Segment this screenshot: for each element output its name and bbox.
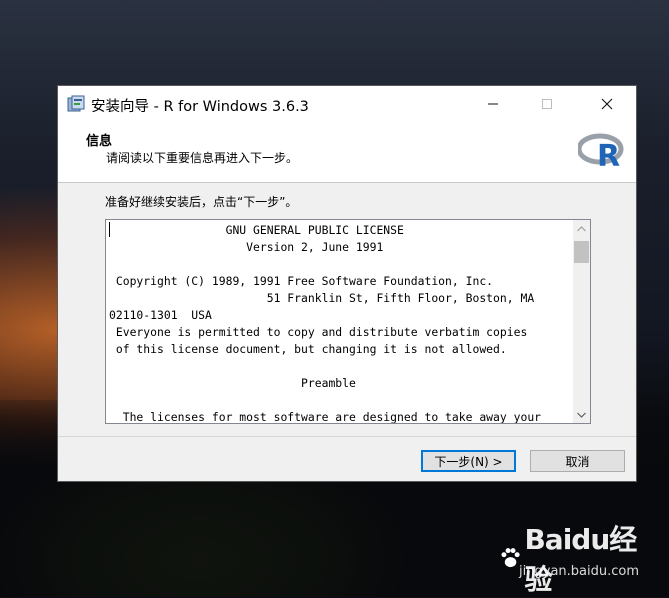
instruction-text: 准备好继续安装后，点击“下一步”。 — [105, 195, 298, 209]
maximize-icon — [542, 99, 552, 109]
installer-app-icon — [67, 95, 85, 112]
license-line: Copyright (C) 1989, 1991 Free Software F… — [109, 274, 494, 288]
license-line — [109, 392, 569, 409]
license-line — [109, 358, 569, 375]
license-scrollbar[interactable] — [573, 220, 590, 423]
license-line — [109, 256, 569, 273]
license-line: The licenses for most software are desig… — [109, 410, 542, 424]
page-title: 信息 — [86, 134, 113, 149]
chevron-down-icon — [577, 412, 586, 418]
minimize-icon — [488, 103, 498, 105]
close-icon — [601, 98, 613, 110]
license-textarea[interactable]: GNU GENERAL PUBLIC LICENSE Version 2, Ju… — [105, 219, 591, 424]
license-line: Version 2, June 1991 — [109, 240, 384, 254]
license-line: Preamble — [109, 376, 356, 390]
footer-divider — [58, 436, 636, 437]
r-logo-icon: R — [578, 133, 624, 170]
page-subtitle: 请阅读以下重要信息再进入下一步。 — [106, 151, 299, 165]
paw-icon — [501, 548, 520, 568]
watermark-url: jingyan.baidu.com — [519, 564, 639, 579]
cancel-button[interactable]: 取消 — [530, 450, 625, 472]
license-line: GNU GENERAL PUBLIC LICENSE — [109, 223, 404, 237]
wizard-header: 信息 请阅读以下重要信息再进入下一步。 R — [58, 122, 636, 183]
window-title: 安装向导 - R for Windows 3.6.3 — [91, 99, 309, 115]
scroll-thumb[interactable] — [574, 241, 589, 263]
license-text: GNU GENERAL PUBLIC LICENSE Version 2, Ju… — [109, 222, 569, 424]
license-line: 51 Franklin St, Fifth Floor, Boston, MA — [109, 291, 535, 305]
license-line: Everyone is permitted to copy and distri… — [109, 325, 528, 339]
setup-wizard-dialog: 安装向导 - R for Windows 3.6.3 信息 请阅读以下重要信息再… — [57, 85, 637, 482]
minimize-button[interactable] — [470, 86, 516, 122]
scroll-up-button[interactable] — [573, 220, 590, 237]
chevron-up-icon — [577, 225, 586, 231]
text-caret — [109, 222, 110, 237]
maximize-button — [524, 86, 570, 122]
baidu-logo: Baidu经验 — [499, 518, 639, 598]
watermark-brand: Baidu经验 — [524, 523, 637, 596]
title-bar[interactable]: 安装向导 - R for Windows 3.6.3 — [58, 86, 636, 122]
scroll-down-button[interactable] — [573, 406, 590, 423]
baidu-watermark: Baidu经验 jingyan.baidu.com — [499, 518, 639, 596]
r-logo-letter: R — [597, 139, 620, 170]
close-button[interactable] — [584, 86, 630, 122]
license-line: of this license document, but changing i… — [109, 342, 507, 356]
license-line: 02110-1301 USA — [109, 308, 212, 322]
next-button[interactable]: 下一步(N) > — [421, 450, 516, 472]
